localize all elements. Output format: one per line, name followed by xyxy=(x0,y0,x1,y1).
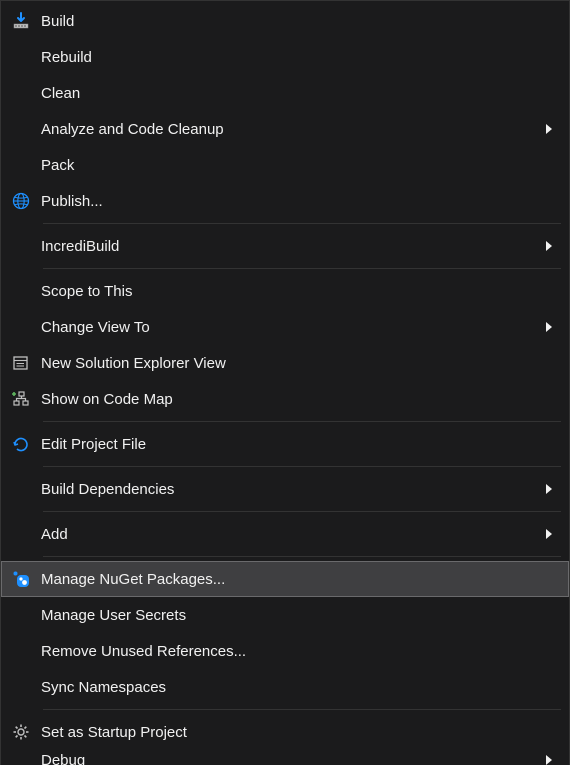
menu-item-label: Scope to This xyxy=(41,283,557,300)
menu-item-debug[interactable]: Debug xyxy=(1,750,569,765)
menu-separator xyxy=(43,268,561,269)
menu-item-label: New Solution Explorer View xyxy=(41,355,557,372)
menu-item-label: Clean xyxy=(41,85,557,102)
menu-item-label: Build Dependencies xyxy=(41,481,541,498)
menu-item-label: Pack xyxy=(41,157,557,174)
submenu-arrow-icon xyxy=(541,755,557,765)
menu-item-label: Set as Startup Project xyxy=(41,724,557,741)
menu-item-manage-nuget-packages[interactable]: Manage NuGet Packages... xyxy=(1,561,569,597)
menu-item-pack[interactable]: Pack xyxy=(1,147,569,183)
menu-item-sync-namespaces[interactable]: Sync Namespaces xyxy=(1,669,569,705)
menu-item-set-as-startup-project[interactable]: Set as Startup Project xyxy=(1,714,569,750)
menu-item-label: Add xyxy=(41,526,541,543)
menu-item-label: Analyze and Code Cleanup xyxy=(41,121,541,138)
menu-item-label: Rebuild xyxy=(41,49,557,66)
menu-item-change-view-to[interactable]: Change View To xyxy=(1,309,569,345)
menu-item-scope-to-this[interactable]: Scope to This xyxy=(1,273,569,309)
menu-item-manage-user-secrets[interactable]: Manage User Secrets xyxy=(1,597,569,633)
context-menu: Build Rebuild Clean Analyze and Code Cle… xyxy=(0,0,570,765)
menu-item-label: Build xyxy=(41,13,557,30)
menu-item-label: IncrediBuild xyxy=(41,238,541,255)
menu-item-clean[interactable]: Clean xyxy=(1,75,569,111)
menu-separator xyxy=(43,223,561,224)
menu-item-analyze-cleanup[interactable]: Analyze and Code Cleanup xyxy=(1,111,569,147)
menu-item-label: Manage User Secrets xyxy=(41,607,557,624)
menu-item-label: Change View To xyxy=(41,319,541,336)
menu-item-build-dependencies[interactable]: Build Dependencies xyxy=(1,471,569,507)
submenu-arrow-icon xyxy=(541,241,557,251)
menu-separator xyxy=(43,709,561,710)
menu-item-label: Show on Code Map xyxy=(41,391,557,408)
menu-separator xyxy=(43,556,561,557)
gear-icon xyxy=(1,714,41,750)
menu-item-rebuild[interactable]: Rebuild xyxy=(1,39,569,75)
menu-item-show-on-code-map[interactable]: Show on Code Map xyxy=(1,381,569,417)
new-view-icon xyxy=(1,345,41,381)
submenu-arrow-icon xyxy=(541,484,557,494)
menu-item-label: Debug xyxy=(41,752,541,765)
menu-item-new-solution-explorer-view[interactable]: New Solution Explorer View xyxy=(1,345,569,381)
menu-separator xyxy=(43,466,561,467)
menu-item-incredibuild[interactable]: IncrediBuild xyxy=(1,228,569,264)
build-icon xyxy=(1,3,41,39)
menu-item-remove-unused-references[interactable]: Remove Unused References... xyxy=(1,633,569,669)
edit-project-icon xyxy=(1,426,41,462)
menu-separator xyxy=(43,511,561,512)
submenu-arrow-icon xyxy=(541,322,557,332)
menu-item-label: Manage NuGet Packages... xyxy=(41,571,557,588)
menu-item-label: Sync Namespaces xyxy=(41,679,557,696)
nuget-icon xyxy=(1,561,41,597)
menu-item-label: Edit Project File xyxy=(41,436,557,453)
globe-icon xyxy=(1,183,41,219)
menu-item-build[interactable]: Build xyxy=(1,3,569,39)
menu-item-label: Publish... xyxy=(41,193,557,210)
code-map-icon xyxy=(1,381,41,417)
submenu-arrow-icon xyxy=(541,529,557,539)
menu-item-label: Remove Unused References... xyxy=(41,643,557,660)
menu-item-publish[interactable]: Publish... xyxy=(1,183,569,219)
menu-separator xyxy=(43,421,561,422)
submenu-arrow-icon xyxy=(541,124,557,134)
menu-item-edit-project-file[interactable]: Edit Project File xyxy=(1,426,569,462)
menu-item-add[interactable]: Add xyxy=(1,516,569,552)
